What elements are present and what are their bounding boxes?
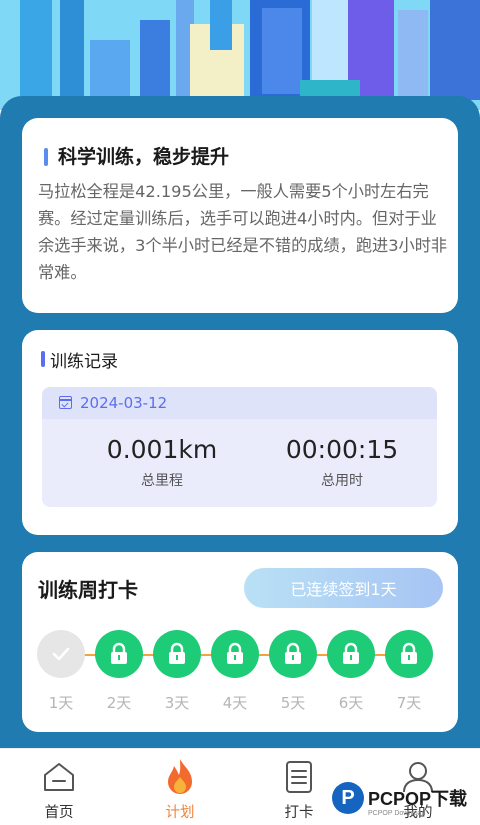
nav-label: 打卡 [284,805,314,821]
nav-label: 首页 [44,805,74,821]
record-item[interactable]: 2024-03-12 0.001km 总里程 00:00:15 总用时 [42,387,437,507]
day-6-checkin[interactable] [327,630,375,678]
lock-icon [285,642,301,664]
lock-icon [227,642,243,664]
check-icon [52,647,70,661]
weekly-title: 训练周打卡 [38,578,138,602]
lock-icon [169,642,185,664]
nav-item-checkin[interactable]: 打卡 [259,757,339,822]
watermark-logo: P [332,782,364,814]
distance-value: 0.001km [106,435,218,464]
day-label: 4天 [222,694,248,712]
lock-icon [401,642,417,664]
nav-label: 计划 [165,805,195,821]
calendar-check-icon [59,396,72,409]
lock-icon [343,642,359,664]
record-date-bar: 2024-03-12 [42,387,437,419]
weekly-checkin-card: 训练周打卡 已连续签到1天 1天 2天 3天 4天 5天 6天 7天 [22,552,458,732]
day-label: 5天 [280,694,306,712]
clipboard-icon [286,761,312,793]
intro-card: 科学训练，稳步提升 马拉松全程是42.195公里，一般人需要5个小时左右完赛。经… [22,118,458,313]
intro-title: 科学训练，稳步提升 [58,146,230,168]
day-5-checkin[interactable] [269,630,317,678]
day-3-checkin[interactable] [153,630,201,678]
title-accent-bar [44,148,48,166]
day-label: 2天 [106,694,132,712]
intro-description: 马拉松全程是42.195公里，一般人需要5个小时左右完赛。经过定量训练后，选手可… [38,182,448,282]
home-icon [44,763,74,791]
time-stat: 00:00:15 总用时 [252,435,432,490]
day-label: 3天 [164,694,190,712]
day-label: 6天 [338,694,364,712]
time-label: 总用时 [321,473,363,489]
day-1-checkin[interactable] [37,630,85,678]
title-accent-bar [41,351,45,367]
nav-item-home[interactable]: 首页 [19,757,99,822]
day-label: 7天 [396,694,422,712]
header-illustration [0,0,480,110]
distance-stat: 0.001km 总里程 [72,435,252,490]
record-date: 2024-03-12 [80,394,168,412]
watermark-subtext: PCPOP Download [368,810,426,817]
time-value: 00:00:15 [285,435,399,464]
watermark-text: PCPOP下载 [368,789,468,809]
distance-label: 总里程 [141,473,183,489]
day-2-checkin[interactable] [95,630,143,678]
nav-item-plan[interactable]: 计划 [140,757,220,822]
day-4-checkin[interactable] [211,630,259,678]
record-title: 训练记录 [50,352,118,372]
lock-icon [111,642,127,664]
watermark: P PCPOP下载 PCPOP Download [332,782,468,817]
day-label: 1天 [48,694,74,712]
streak-button[interactable]: 已连续签到1天 [244,568,443,608]
training-record-card[interactable]: 训练记录 2024-03-12 0.001km 总里程 00:00:15 总用时 [22,330,458,535]
flame-icon [168,759,192,794]
day-7-checkin[interactable] [385,630,433,678]
